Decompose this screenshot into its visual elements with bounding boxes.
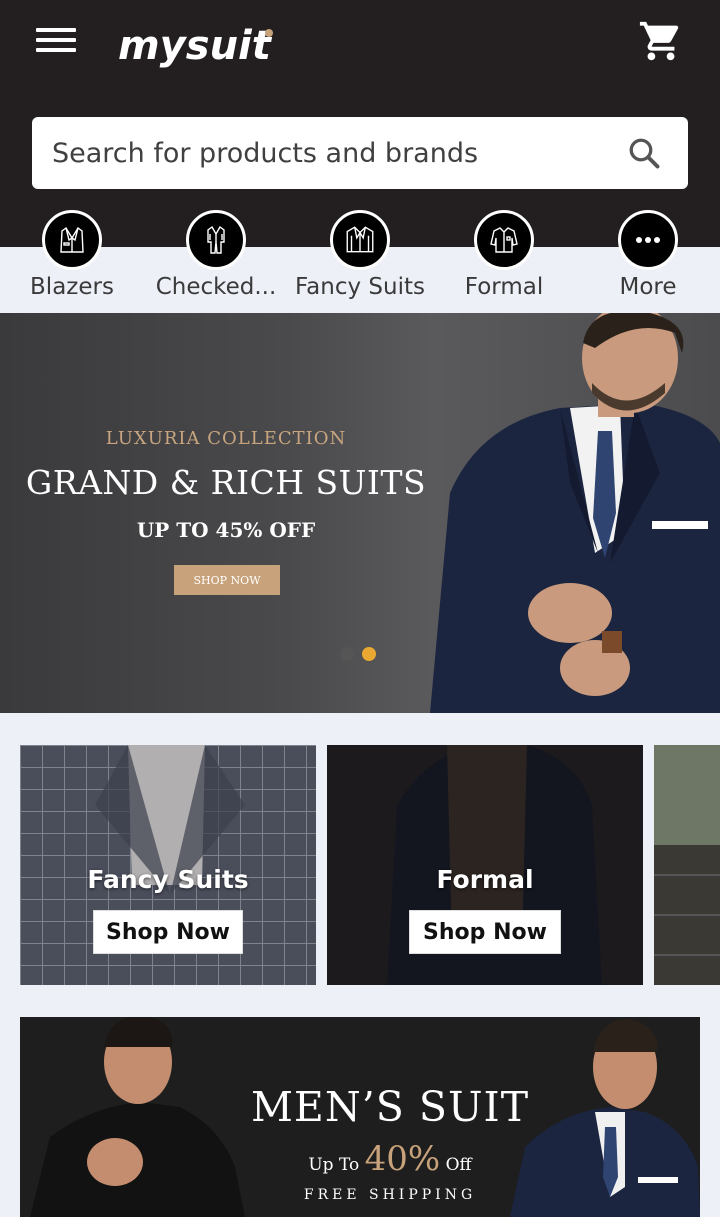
more-dots-icon (618, 210, 678, 270)
card-shop-now-button[interactable]: Shop Now (409, 910, 561, 954)
hero-model-image (430, 313, 720, 713)
search-icon[interactable] (626, 135, 662, 171)
card-shop-now-button[interactable]: Shop Now (93, 910, 243, 954)
blazer-icon (42, 210, 102, 270)
checked-suit-icon (186, 210, 246, 270)
hero-carousel[interactable]: LUXURIA COLLECTION GRAND & RICH SUITS UP… (0, 313, 720, 713)
carousel-dot-active[interactable] (362, 647, 376, 661)
category-formal[interactable]: Formal (432, 210, 576, 313)
card-title: Formal (436, 865, 534, 894)
hero-subtitle: LUXURIA COLLECTION (105, 428, 347, 449)
banner-title: MEN’S SUIT (250, 1083, 530, 1131)
cart-icon[interactable] (638, 18, 684, 64)
card-partial-image (654, 745, 720, 985)
banner-offer: Up To 40% Off (220, 1139, 560, 1179)
banner-offer-value: 40% (364, 1139, 441, 1179)
brand-logo[interactable]: mysuit (118, 18, 273, 74)
banner-offer-prefix: Up To (308, 1155, 360, 1175)
carousel-dots (340, 647, 376, 661)
formal-shirt-icon (474, 210, 534, 270)
card-fancy-suits[interactable]: Fancy Suits Shop Now (20, 745, 316, 985)
category-label: More (619, 274, 677, 300)
card-title: Fancy Suits (87, 865, 249, 894)
card-formal[interactable]: Formal Shop Now (327, 745, 643, 985)
category-more[interactable]: More (576, 210, 720, 313)
card-partial[interactable] (654, 745, 720, 985)
search-input[interactable]: Search for products and brands (32, 117, 688, 189)
logo-text: mysuit (118, 23, 273, 69)
fancy-suit-icon (330, 210, 390, 270)
hero-title: GRAND & RICH SUITS (25, 463, 427, 502)
category-label: Fancy Suits (295, 274, 425, 300)
hero-offer: UP TO 45% OFF (136, 518, 316, 542)
hamburger-menu-icon[interactable] (36, 28, 76, 56)
category-label: Checked... (155, 274, 277, 300)
banner-offer-suffix: Off (445, 1155, 472, 1175)
hero-shop-now-button[interactable]: SHOP NOW (174, 565, 280, 595)
carousel-dot[interactable] (340, 647, 354, 661)
banner-shipping: FREE SHIPPING (303, 1187, 477, 1203)
category-fancy-suits[interactable]: Fancy Suits (288, 210, 432, 313)
category-label: Formal (464, 274, 544, 300)
category-blazers[interactable]: Blazers (0, 210, 144, 313)
page: mysuit Search for products and brands Bl… (0, 0, 720, 1217)
category-checked[interactable]: Checked... (144, 210, 288, 313)
category-label: Blazers (30, 274, 114, 300)
search-placeholder: Search for products and brands (52, 137, 479, 169)
mens-suit-banner[interactable]: MEN’S SUIT Up To 40% Off FREE SHIPPING (20, 1017, 700, 1217)
